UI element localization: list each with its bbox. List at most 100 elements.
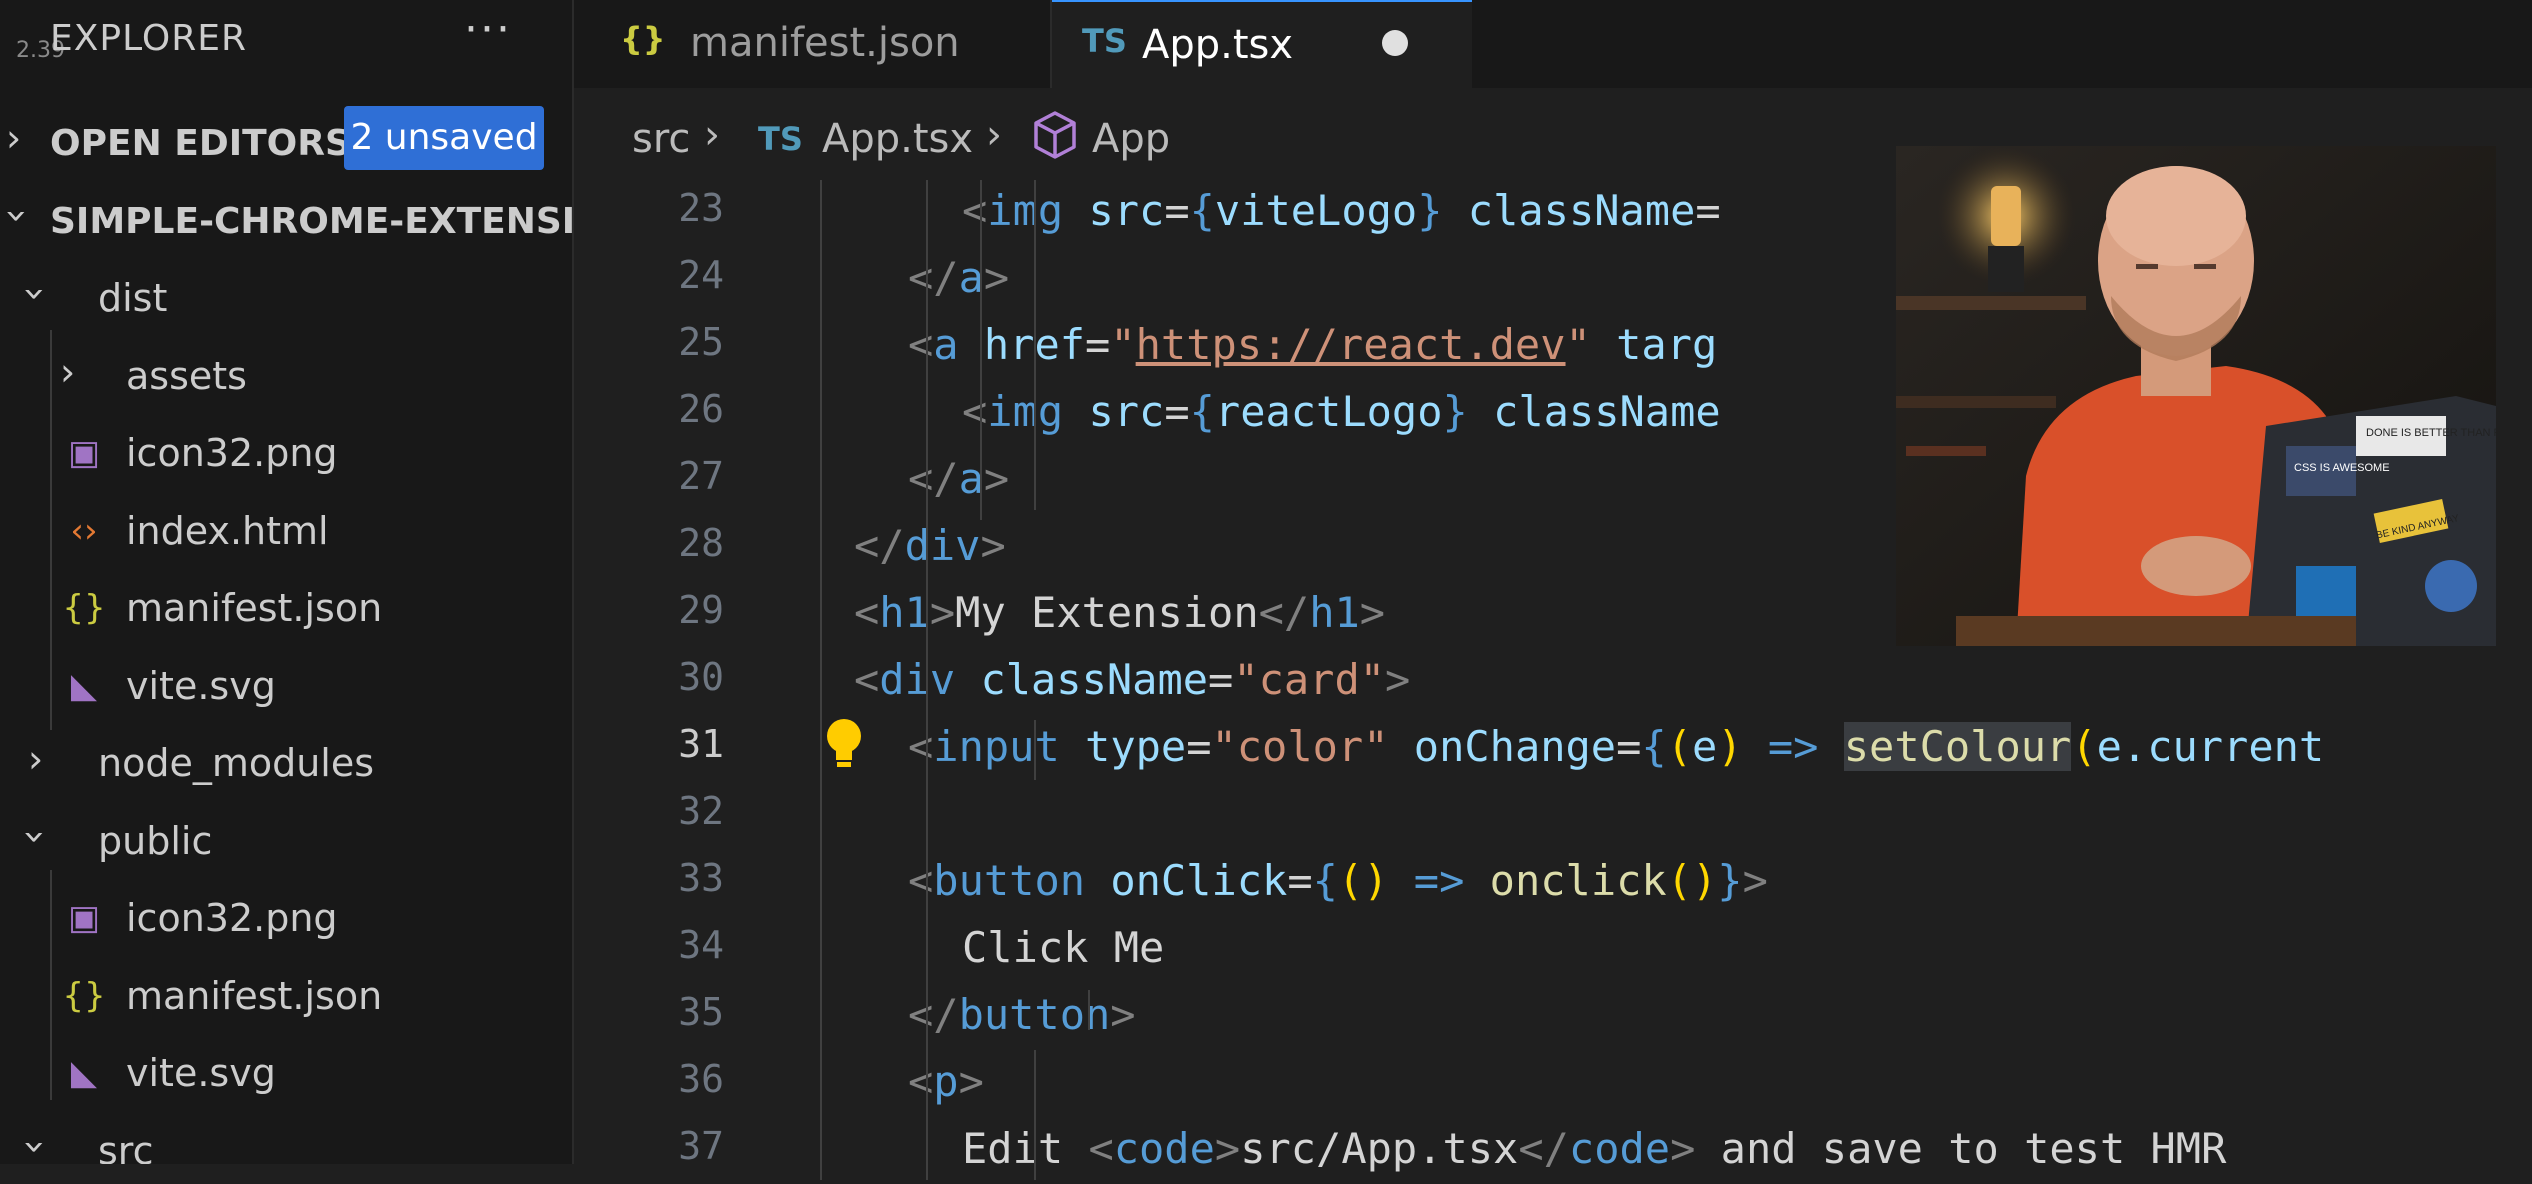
project-section[interactable]: › SIMPLE-CHROME-EXTENSI... — [0, 184, 572, 256]
code-token: img — [987, 186, 1064, 235]
tree-file-manifest-json[interactable]: {} manifest.json — [0, 958, 572, 1034]
tree-item-label: manifest.json — [126, 973, 383, 1018]
open-editors-section[interactable]: › OPEN EDITORS 2 unsaved — [0, 106, 572, 178]
code-token: ) — [1717, 722, 1743, 771]
webcam-overlay: DONE IS BETTER THAN PERFECT CSS IS AWESO… — [1896, 146, 2496, 646]
chevron-right-icon: › — [6, 116, 22, 160]
json-file-icon: {} — [62, 975, 106, 1016]
code-token: input — [933, 722, 1060, 771]
breadcrumb-item-app[interactable]: App — [1092, 116, 1170, 162]
line-number: 27 — [678, 454, 724, 498]
code-token: " — [1110, 320, 1136, 369]
code-token: targ — [1616, 320, 1718, 369]
lightbulb-icon[interactable] — [824, 716, 864, 776]
open-editors-label: OPEN EDITORS — [50, 123, 351, 164]
code-line[interactable]: 33 <button onClick={() => onclick()}> — [574, 850, 2532, 916]
code-token: < — [962, 387, 988, 436]
code-text: <p> — [908, 1057, 984, 1106]
code-token: = — [1695, 186, 1721, 235]
line-number: 37 — [678, 1124, 724, 1168]
code-token: () — [1666, 856, 1718, 905]
tree-folder-dist[interactable]: › dist — [0, 260, 572, 336]
breadcrumb-item-app-tsx[interactable]: App.tsx — [822, 116, 973, 162]
image-file-icon: ▣ — [67, 898, 101, 938]
code-text: <a href="https://react.dev" targ — [908, 320, 1717, 369]
code-token: My Extension — [955, 588, 1259, 637]
tree-file-vite-svg[interactable]: ◣ vite.svg — [0, 1035, 572, 1111]
indent-guide — [820, 180, 822, 1180]
code-line[interactable]: 31 <input type="color" onChange={(e) => s… — [574, 716, 2532, 782]
code-token: = — [1164, 186, 1190, 235]
tree-folder-public[interactable]: › public — [0, 803, 572, 879]
tree-file-vite-svg[interactable]: ◣ vite.svg — [0, 648, 572, 724]
more-actions-button[interactable]: ··· — [464, 4, 512, 55]
code-token: = — [1287, 856, 1313, 905]
code-token: setColour — [1843, 722, 2072, 771]
line-number: 30 — [678, 655, 724, 699]
code-token: < — [962, 186, 988, 235]
code-text: </a> — [908, 253, 1009, 302]
chevron-down-icon: › — [13, 828, 58, 845]
indent-guide — [980, 180, 982, 520]
tab-manifest-json[interactable]: {} manifest.json — [574, 0, 1052, 88]
explorer-header: 2.39 EXPLORER ··· — [0, 0, 572, 84]
code-line[interactable]: 34 Click Me — [574, 917, 2532, 983]
tree-file-icon32-png[interactable]: ▣ icon32.png — [0, 415, 572, 491]
code-token: > — [929, 588, 956, 637]
code-token: > — [983, 253, 1010, 302]
code-text: Click Me — [962, 923, 1164, 972]
indent-guide — [1034, 180, 1036, 510]
tree-folder-src[interactable]: › src — [0, 1113, 572, 1165]
code-line[interactable]: 32 — [574, 783, 2532, 849]
code-token: src/App.tsx — [1240, 1124, 1519, 1173]
tree-item-label: src — [98, 1128, 154, 1165]
code-token: type — [1085, 722, 1187, 771]
code-token: </ — [1258, 588, 1310, 637]
code-token: { — [1641, 722, 1667, 771]
code-token: = — [1186, 722, 1212, 771]
code-line[interactable]: 36 <p> — [574, 1051, 2532, 1117]
tab-app-tsx[interactable]: TS App.tsx — [1052, 0, 1472, 90]
chevron-down-icon: › — [0, 208, 40, 224]
svg-file-icon: ◣ — [70, 1053, 98, 1093]
tree-item-label: assets — [126, 353, 247, 398]
code-text: </button> — [908, 990, 1136, 1039]
editor-tabs: {} manifest.json TS App.tsx — [574, 0, 2532, 90]
code-token: > — [1110, 990, 1136, 1039]
unsaved-dot-icon[interactable] — [1382, 30, 1408, 56]
tree-file-icon32-png[interactable]: ▣ icon32.png — [0, 880, 572, 956]
code-token: > — [983, 454, 1010, 503]
tree-item-label: public — [98, 818, 213, 863]
line-number: 35 — [678, 990, 724, 1034]
tree-folder-assets[interactable]: › assets — [0, 338, 572, 414]
chevron-right-icon: › — [60, 349, 76, 394]
code-token: </ — [854, 521, 905, 570]
indent-guide — [926, 180, 928, 1180]
code-line[interactable]: 30 <div className="card"> — [574, 649, 2532, 715]
chevron-down-icon: › — [13, 286, 58, 302]
code-token: " — [1565, 320, 1591, 369]
code-token: > — [958, 1057, 984, 1106]
code-token: = — [1164, 387, 1190, 436]
code-line[interactable]: 37 Edit <code>src/App.tsx</code> and save… — [574, 1118, 2532, 1184]
tree-folder-node-modules[interactable]: › node_modules — [0, 725, 572, 801]
breadcrumb-item-src[interactable]: src — [632, 116, 690, 162]
code-text: </a> — [908, 454, 1009, 503]
code-token: onclick — [1489, 856, 1667, 905]
code-token: = — [1616, 722, 1642, 771]
code-token: } — [1417, 186, 1443, 235]
json-file-icon: {} — [62, 588, 106, 628]
code-token: => — [1767, 722, 1819, 771]
image-file-icon: ▣ — [67, 433, 101, 473]
tree-file-manifest-json[interactable]: {} manifest.json — [0, 570, 572, 646]
chevron-right-icon: › — [986, 112, 1002, 158]
code-line[interactable]: 35 </button> — [574, 984, 2532, 1050]
code-text: </div> — [854, 521, 1006, 570]
line-number: 36 — [678, 1057, 724, 1101]
tree-file-index-html[interactable]: ‹› index.html — [0, 493, 572, 569]
code-token: h1 — [1309, 588, 1360, 637]
